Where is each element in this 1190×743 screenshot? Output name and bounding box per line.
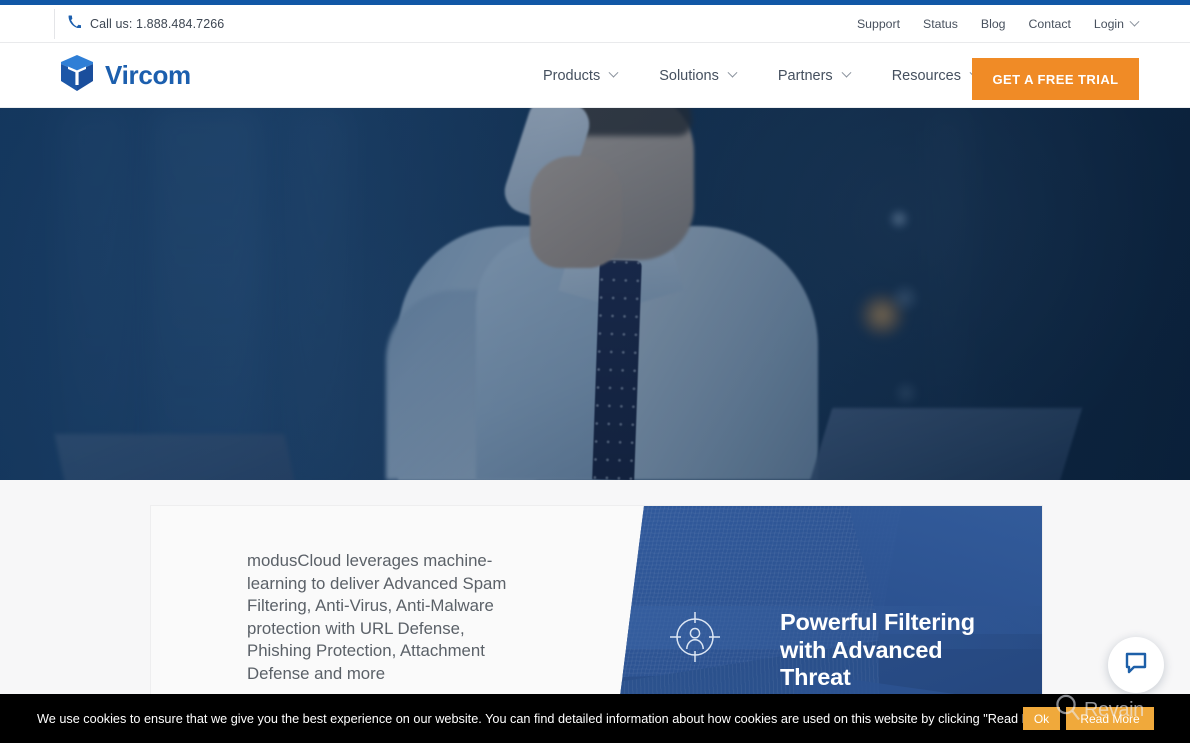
utility-login-label: Login: [1093, 17, 1124, 31]
chevron-down-icon: [841, 67, 852, 78]
utility-link-status[interactable]: Status: [923, 17, 958, 31]
vircom-logo-text: Vircom: [105, 60, 191, 90]
page-root: Call us: 1.888.484.7266 Support Status B…: [0, 0, 1190, 743]
vircom-shield-icon: [60, 54, 94, 97]
hero-blue-overlay: [0, 108, 1190, 480]
get-free-trial-button[interactable]: GET A FREE TRIAL: [972, 58, 1139, 100]
chevron-down-icon: [727, 67, 738, 78]
nav-item-resources[interactable]: Resources: [891, 67, 980, 84]
panel-title: Powerful Filtering with Advanced Threat: [780, 609, 975, 690]
nav-label-solutions: Solutions: [659, 67, 719, 84]
nav-item-partners[interactable]: Partners: [777, 67, 852, 84]
person-target-icon: [668, 610, 722, 669]
cookie-ok-button[interactable]: Ok: [1023, 707, 1060, 730]
hero-banner: [0, 108, 1190, 480]
vircom-logo[interactable]: Vircom: [60, 43, 191, 108]
chevron-down-icon: [608, 67, 619, 78]
phone-icon: [68, 15, 82, 33]
nav-label-partners: Partners: [777, 67, 833, 84]
main-header: Vircom Products Solutions Partners Resou…: [0, 43, 1190, 108]
chat-bubble-icon: [1123, 650, 1149, 681]
phone-contact[interactable]: Call us: 1.888.484.7266: [68, 5, 224, 43]
utility-bar: Call us: 1.888.484.7266 Support Status B…: [0, 5, 1190, 43]
nav-label-products: Products: [542, 67, 601, 84]
nav-label-resources: Resources: [891, 67, 961, 84]
chevron-down-icon: [1129, 16, 1140, 27]
cookie-read-more-button[interactable]: Read More: [1066, 707, 1154, 730]
utility-link-blog[interactable]: Blog: [981, 17, 1006, 31]
phone-number-text: Call us: 1.888.484.7266: [90, 17, 225, 31]
utility-divider: [54, 9, 55, 39]
nav-item-products[interactable]: Products: [542, 67, 619, 84]
cookie-consent-banner: We use cookies to ensure that we give yo…: [0, 694, 1190, 743]
cookie-message: We use cookies to ensure that we give yo…: [37, 711, 1059, 726]
nav-item-solutions[interactable]: Solutions: [659, 67, 738, 84]
utility-login-menu[interactable]: Login: [1093, 16, 1140, 31]
utility-links: Support Status Blog Contact Login: [857, 5, 1140, 43]
utility-link-support[interactable]: Support: [857, 17, 900, 31]
utility-link-contact[interactable]: Contact: [1029, 17, 1071, 31]
main-nav: Products Solutions Partners Resources: [542, 43, 980, 108]
chat-widget-button[interactable]: [1108, 637, 1164, 693]
promo-description: modusCloud leverages machine-learning to…: [247, 551, 507, 683]
